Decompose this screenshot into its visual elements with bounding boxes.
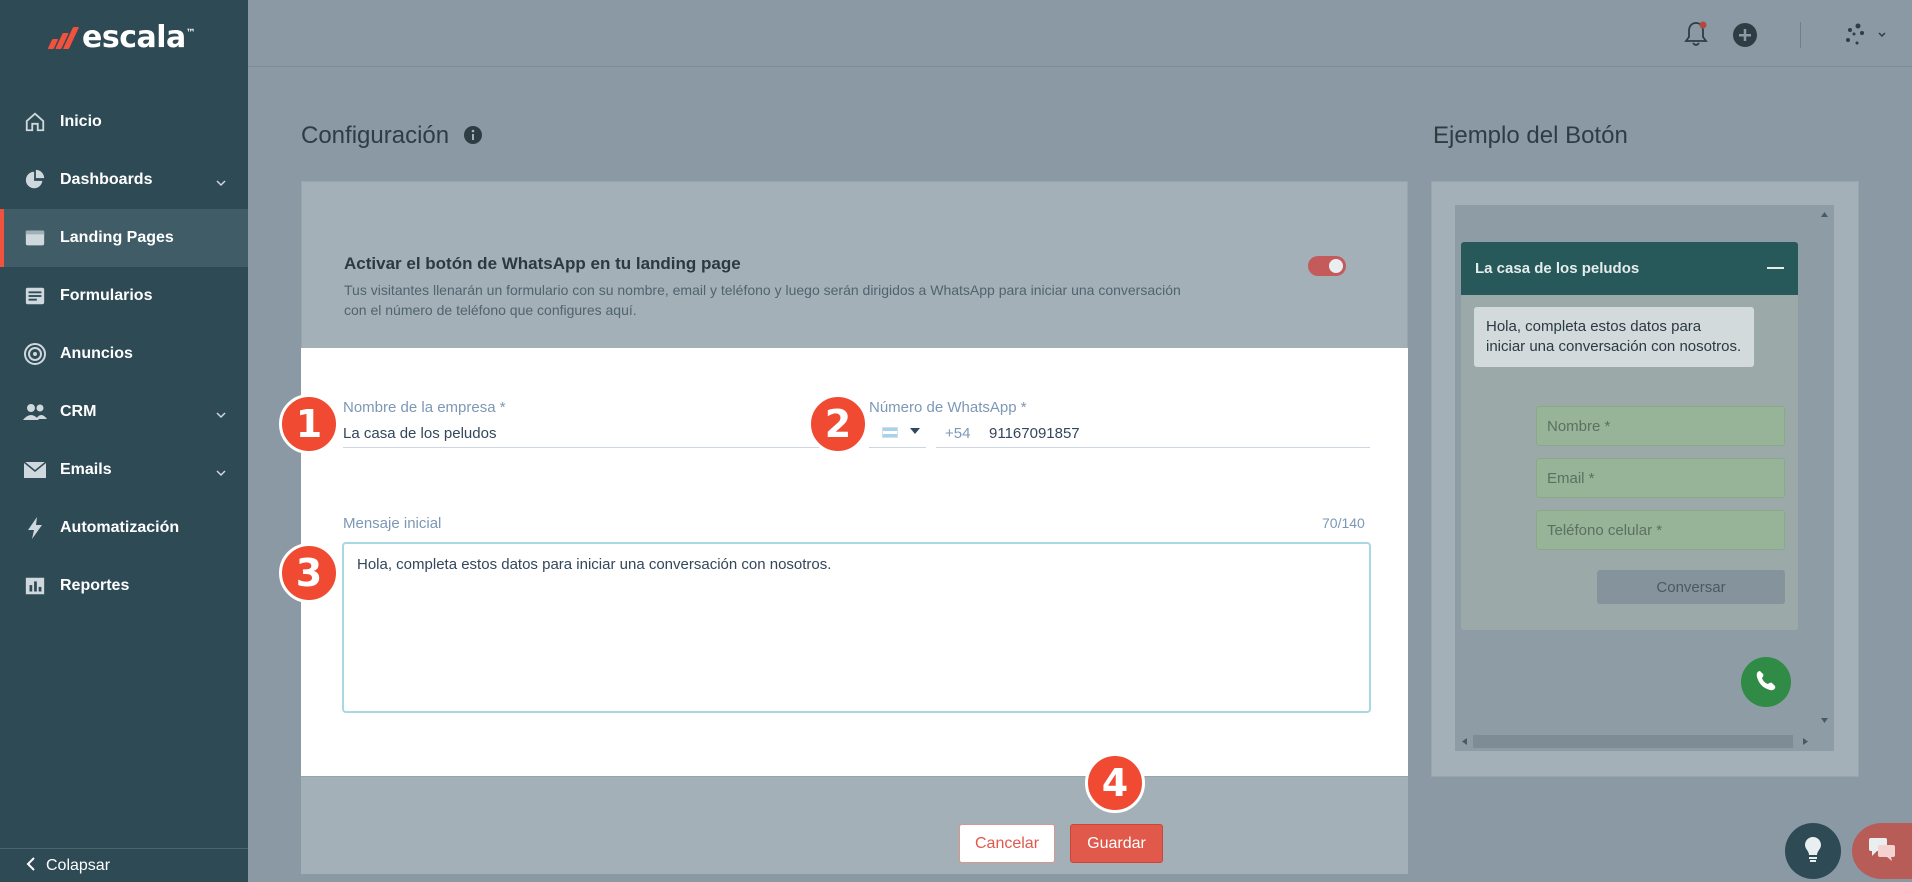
user-avatar[interactable] bbox=[1838, 18, 1890, 57]
collapse-label: Colapsar bbox=[46, 856, 111, 874]
collapse-sidebar-button[interactable]: Colapsar bbox=[0, 848, 248, 882]
logo-mark-icon bbox=[47, 26, 80, 49]
whatsapp-number-label: Número de WhatsApp * bbox=[869, 399, 1027, 416]
initial-message-textarea[interactable]: Hola, completa estos datos para iniciar … bbox=[342, 542, 1371, 713]
sidebar-item-label: Anuncios bbox=[60, 345, 133, 362]
sidebar-item-inicio[interactable]: Inicio bbox=[0, 93, 248, 151]
people-icon bbox=[22, 399, 48, 425]
sidebar: escala™ Inicio Dashboards Landing Pages … bbox=[0, 0, 248, 882]
toggle-description: Tus visitantes llenarán un formulario co… bbox=[344, 282, 1181, 318]
form-footer bbox=[301, 776, 1408, 874]
sidebar-item-emails[interactable]: Emails bbox=[0, 441, 248, 499]
whatsapp-chat-preview: La casa de los peludos Hola, completa es… bbox=[1461, 242, 1798, 630]
save-button[interactable]: Guardar bbox=[1070, 824, 1163, 863]
example-title: Ejemplo del Botón bbox=[1433, 122, 1628, 149]
step-marker-4: 4 bbox=[1085, 753, 1145, 813]
lightning-icon bbox=[22, 515, 48, 541]
argentina-flag-icon[interactable] bbox=[882, 427, 898, 438]
pie-chart-icon bbox=[22, 167, 48, 193]
sidebar-item-label: Inicio bbox=[60, 113, 102, 130]
chat-message-bubble: Hola, completa estos datos para iniciar … bbox=[1474, 307, 1754, 367]
chevron-left-icon bbox=[26, 855, 36, 876]
chevron-down-icon bbox=[216, 174, 226, 192]
top-bar bbox=[248, 0, 1912, 67]
target-icon bbox=[22, 341, 48, 367]
info-icon[interactable] bbox=[463, 123, 482, 151]
sidebar-item-dashboards[interactable]: Dashboards bbox=[0, 151, 248, 209]
sidebar-item-label: Automatización bbox=[60, 519, 180, 536]
chat-email-field[interactable]: Email * bbox=[1536, 458, 1785, 498]
step-marker-3: 3 bbox=[279, 543, 339, 603]
company-name-underline bbox=[343, 447, 843, 448]
logo-text: escala™ bbox=[82, 20, 196, 55]
whatsapp-toggle-section: Activar el botón de WhatsApp en tu landi… bbox=[344, 254, 1344, 320]
message-char-counter: 70/140 bbox=[1322, 515, 1365, 531]
topbar-divider bbox=[1800, 22, 1801, 48]
sidebar-item-automatizacion[interactable]: Automatización bbox=[0, 499, 248, 557]
country-select-underline bbox=[869, 447, 926, 448]
envelope-icon bbox=[22, 457, 48, 483]
sidebar-item-label: Formularios bbox=[60, 287, 153, 304]
notifications-bell-icon[interactable] bbox=[1683, 20, 1709, 53]
home-icon bbox=[22, 109, 48, 135]
toggle-knob bbox=[1329, 259, 1343, 273]
preview-horizontal-scrollbar[interactable] bbox=[1455, 732, 1816, 751]
sidebar-item-landing-pages[interactable]: Landing Pages bbox=[0, 209, 248, 267]
add-circle-icon[interactable] bbox=[1732, 22, 1758, 53]
chevron-down-icon bbox=[216, 464, 226, 482]
bar-report-icon bbox=[22, 573, 48, 599]
whatsapp-phone-input[interactable]: 91167091857 bbox=[989, 425, 1080, 442]
step-marker-1: 1 bbox=[279, 394, 339, 454]
tips-lightbulb-button[interactable] bbox=[1785, 823, 1841, 879]
sidebar-item-label: Reportes bbox=[60, 577, 130, 594]
whatsapp-float-button[interactable] bbox=[1741, 657, 1791, 707]
initial-message-label: Mensaje inicial bbox=[343, 515, 442, 532]
escala-logo[interactable]: escala™ bbox=[47, 20, 196, 55]
chat-name-field[interactable]: Nombre * bbox=[1536, 406, 1785, 446]
country-dropdown-caret-icon[interactable] bbox=[910, 428, 920, 434]
sidebar-item-crm[interactable]: CRM bbox=[0, 383, 248, 441]
chevron-down-icon bbox=[216, 406, 226, 424]
sidebar-nav: Inicio Dashboards Landing Pages Formular… bbox=[0, 93, 248, 615]
sidebar-item-label: CRM bbox=[60, 403, 97, 420]
whatsapp-phone-icon bbox=[1751, 665, 1781, 700]
company-name-input[interactable]: La casa de los peludos bbox=[343, 425, 496, 442]
support-chat-button[interactable] bbox=[1852, 823, 1912, 879]
step-marker-2: 2 bbox=[808, 394, 868, 454]
sidebar-item-label: Dashboards bbox=[60, 171, 153, 188]
sidebar-item-reportes[interactable]: Reportes bbox=[0, 557, 248, 615]
whatsapp-toggle-switch[interactable] bbox=[1308, 256, 1346, 276]
chat-title: La casa de los peludos bbox=[1475, 260, 1640, 277]
sidebar-item-formularios[interactable]: Formularios bbox=[0, 267, 248, 325]
chat-header: La casa de los peludos bbox=[1461, 242, 1798, 295]
minimize-icon[interactable] bbox=[1767, 267, 1784, 269]
company-name-label: Nombre de la empresa * bbox=[343, 399, 506, 416]
sidebar-item-anuncios[interactable]: Anuncios bbox=[0, 325, 248, 383]
config-title: Configuración bbox=[301, 122, 482, 151]
phone-underline bbox=[936, 447, 1370, 448]
chat-phone-field[interactable]: Teléfono celular * bbox=[1536, 510, 1785, 550]
toggle-title: Activar el botón de WhatsApp en tu landi… bbox=[344, 254, 741, 273]
cancel-button[interactable]: Cancelar bbox=[959, 824, 1055, 863]
sidebar-item-label: Landing Pages bbox=[60, 229, 174, 246]
form-icon bbox=[22, 283, 48, 309]
country-code: +54 bbox=[945, 425, 971, 442]
sidebar-item-label: Emails bbox=[60, 461, 112, 478]
browser-window-icon bbox=[22, 225, 48, 251]
lightbulb-icon bbox=[1803, 835, 1823, 868]
chat-bubbles-icon bbox=[1867, 836, 1897, 867]
preview-vertical-scrollbar[interactable] bbox=[1815, 205, 1834, 735]
conversar-button[interactable]: Conversar bbox=[1597, 570, 1785, 604]
